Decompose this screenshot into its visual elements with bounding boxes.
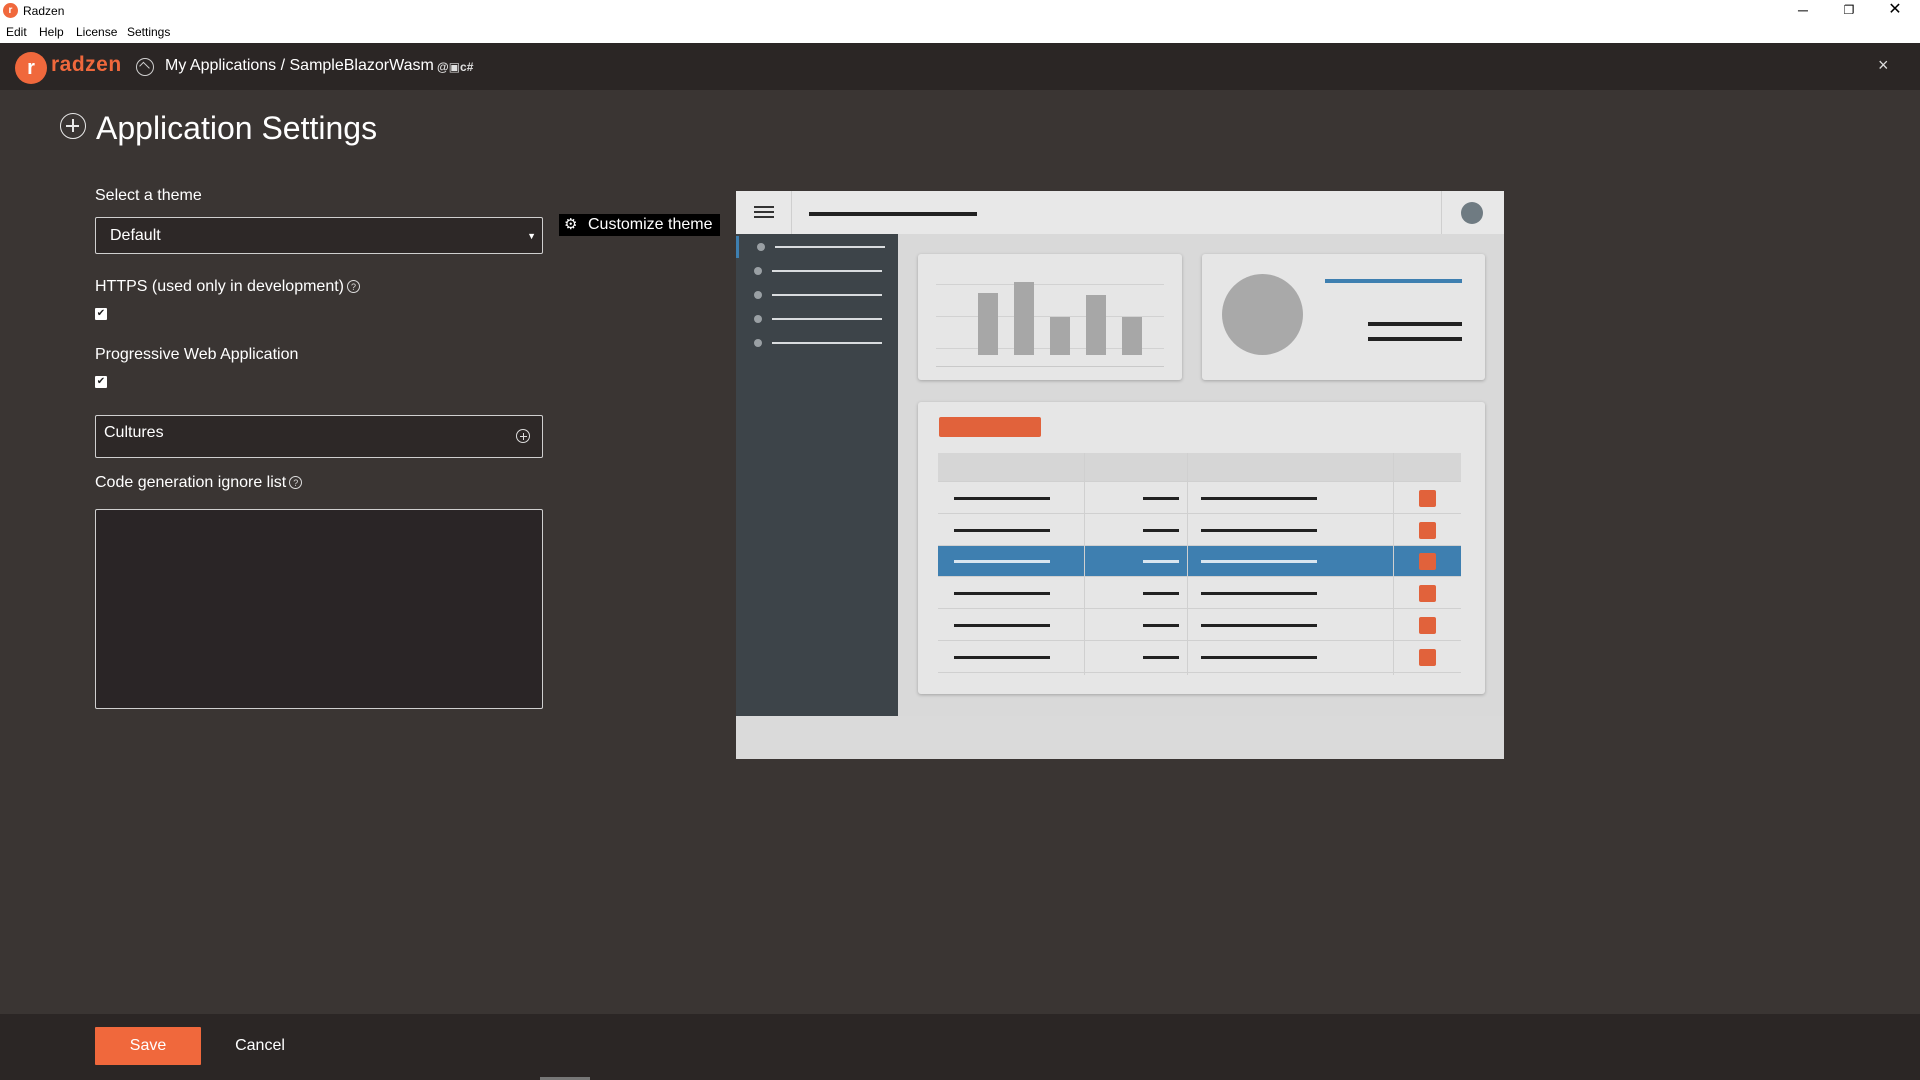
pwa-label: Progressive Web Application: [95, 346, 299, 363]
applications-icon[interactable]: [136, 58, 154, 76]
window-titlebar: r Radzen ─ ❐ ✕: [0, 0, 1920, 22]
preview-divider: [791, 191, 792, 234]
pwa-checkbox[interactable]: ✔: [95, 376, 107, 388]
cultures-label: Cultures: [104, 424, 164, 441]
preview-bar: [978, 293, 998, 355]
save-button[interactable]: Save: [95, 1027, 201, 1065]
table-row: [938, 514, 1461, 546]
preview-sidebar-item: [736, 332, 898, 354]
theme-select[interactable]: Default ▼: [95, 217, 543, 254]
help-icon[interactable]: ?: [347, 280, 360, 293]
preview-button: [939, 417, 1041, 437]
ignore-list-label-text: Code generation ignore list: [95, 474, 287, 491]
preview-avatar-circle: [1222, 274, 1303, 355]
preview-table: [938, 453, 1461, 675]
hamburger-icon: [754, 206, 774, 218]
cultures-field[interactable]: Cultures: [95, 415, 543, 458]
radzen-app-icon: r: [3, 3, 18, 18]
close-window-icon[interactable]: ✕: [1872, 0, 1918, 22]
tech-badges: @▣c#: [437, 60, 474, 74]
preview-bar: [1014, 282, 1034, 355]
preview-chart-card: [918, 254, 1182, 380]
app-header: r radzen My Applications / SampleBlazorW…: [0, 43, 1920, 90]
footer: Save Cancel: [0, 1014, 1920, 1080]
preview-table-header: [938, 453, 1461, 482]
preview-divider: [1441, 191, 1442, 234]
preview-sidebar: [736, 234, 898, 716]
preview-profile-card: [1202, 254, 1485, 380]
add-circle-icon[interactable]: [516, 429, 530, 443]
preview-topbar: [736, 191, 1504, 234]
theme-select-value: Default: [110, 227, 161, 244]
preview-line: [1325, 279, 1462, 283]
maximize-icon[interactable]: ❐: [1826, 0, 1872, 22]
https-label-text: HTTPS (used only in development): [95, 278, 344, 295]
minimize-icon[interactable]: ─: [1780, 0, 1826, 22]
logo-text[interactable]: radzen: [51, 53, 122, 77]
preview-bar: [1086, 295, 1106, 355]
preview-title-line: [809, 212, 977, 216]
customize-theme-button[interactable]: ⚙ Customize theme: [559, 214, 720, 236]
menu-license[interactable]: License: [76, 25, 117, 39]
help-icon[interactable]: ?: [289, 476, 303, 489]
avatar: [1461, 202, 1483, 224]
preview-sidebar-item: [736, 236, 898, 258]
menu-settings[interactable]: Settings: [127, 25, 170, 39]
menu-help[interactable]: Help: [39, 25, 64, 39]
preview-bar: [1050, 317, 1070, 355]
theme-label: Select a theme: [95, 187, 202, 204]
table-row: [938, 577, 1461, 609]
radzen-logo-icon[interactable]: r: [15, 52, 47, 84]
menu-edit[interactable]: Edit: [6, 25, 27, 39]
https-label: HTTPS (used only in development)?: [95, 278, 360, 296]
preview-sidebar-item: [736, 260, 898, 282]
ignore-list-textarea[interactable]: [95, 509, 543, 709]
chevron-down-icon: ▼: [527, 231, 536, 241]
customize-theme-label: Customize theme: [588, 216, 713, 233]
cancel-button[interactable]: Cancel: [225, 1027, 295, 1065]
menu-bar: Edit Help License Settings: [0, 22, 1920, 43]
table-row: [938, 609, 1461, 641]
window-title: Radzen: [23, 4, 65, 18]
preview-bar: [1122, 317, 1142, 355]
close-icon[interactable]: ×: [1878, 55, 1889, 76]
preview-sidebar-item: [736, 284, 898, 306]
table-row-selected: [938, 546, 1461, 577]
preview-footer: [736, 716, 1504, 759]
table-row: [938, 482, 1461, 514]
plus-circle-icon: [60, 113, 86, 139]
gear-icon: ⚙: [564, 216, 578, 233]
https-checkbox[interactable]: ✔: [95, 308, 107, 320]
ignore-list-label: Code generation ignore list?: [95, 474, 303, 492]
preview-sidebar-item: [736, 308, 898, 330]
preview-line: [1368, 322, 1462, 326]
table-row: [938, 641, 1461, 673]
page-title: Application Settings: [96, 110, 378, 146]
theme-preview: [736, 191, 1504, 759]
preview-line: [1368, 337, 1462, 341]
breadcrumb[interactable]: My Applications / SampleBlazorWasm: [165, 57, 434, 75]
preview-table-card: [918, 402, 1485, 694]
